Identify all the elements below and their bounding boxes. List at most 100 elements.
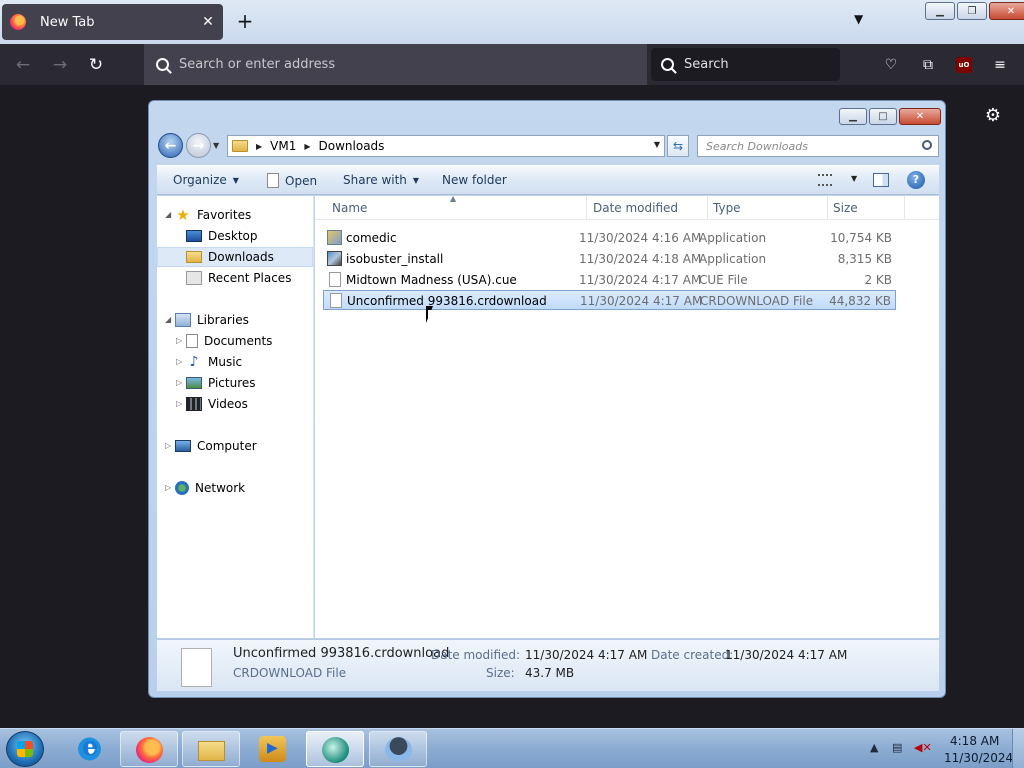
collapse-arrow-icon[interactable]: ◢ bbox=[165, 315, 171, 324]
downloads-folder-icon bbox=[186, 251, 202, 263]
organize-button[interactable]: Organize ▼ bbox=[173, 173, 239, 187]
taskbar-internet-explorer[interactable] bbox=[61, 731, 119, 767]
nav-documents[interactable]: Documents bbox=[186, 331, 272, 351]
gear-icon[interactable]: ⚙ bbox=[982, 105, 1004, 127]
start-button[interactable] bbox=[6, 731, 44, 767]
search-downloads-input[interactable]: Search Downloads bbox=[697, 135, 939, 157]
chevron-right-icon[interactable]: ▶ bbox=[256, 142, 262, 151]
file-name: Unconfirmed 993816.crdownload bbox=[347, 294, 547, 308]
details-pane: Unconfirmed 993816.crdownload CRDOWNLOAD… bbox=[157, 639, 939, 691]
nav-downloads[interactable]: Downloads bbox=[157, 247, 313, 267]
clock-date[interactable]: 11/30/2024 bbox=[944, 751, 1013, 765]
expand-arrow-icon[interactable]: ▷ bbox=[165, 441, 171, 450]
file-row[interactable]: Midtown Madness (USA).cue 11/30/2024 4:1… bbox=[323, 270, 896, 290]
back-arrow-icon[interactable]: ← bbox=[12, 54, 34, 76]
nav-label: Network bbox=[195, 481, 246, 495]
expand-arrow-icon[interactable]: ▷ bbox=[176, 357, 182, 366]
taskbar-firefox[interactable] bbox=[120, 731, 178, 767]
new-tab-button[interactable]: + bbox=[234, 10, 256, 34]
open-label: Open bbox=[285, 173, 318, 188]
taskbar-explorer[interactable] bbox=[182, 731, 240, 767]
file-date: 11/30/2024 4:18 AM bbox=[579, 252, 702, 266]
show-desktop-button[interactable] bbox=[1012, 729, 1024, 768]
tab-close-icon[interactable]: ✕ bbox=[201, 14, 215, 30]
minimize-button[interactable]: ▁ bbox=[839, 108, 867, 125]
column-date-modified[interactable]: Date modified bbox=[588, 196, 708, 220]
nav-favorites[interactable]: ★ Favorites bbox=[175, 205, 251, 225]
taskbar-spy-app[interactable] bbox=[369, 731, 427, 767]
date-created-value: 11/30/2024 4:17 AM bbox=[725, 648, 848, 662]
chevron-down-icon[interactable]: ▼ bbox=[654, 140, 660, 149]
firefox-titlebar: New Tab ✕ + ▼ ▁ ❐ ✕ bbox=[0, 0, 1024, 44]
chevron-right-icon[interactable]: ▶ bbox=[304, 142, 310, 151]
breadcrumb-downloads[interactable]: Downloads bbox=[319, 139, 385, 153]
collapse-arrow-icon[interactable]: ◢ bbox=[165, 210, 171, 219]
column-type[interactable]: Type bbox=[708, 196, 828, 220]
recent-pages-icon[interactable]: ▼ bbox=[213, 141, 219, 150]
help-icon[interactable]: ? bbox=[907, 171, 925, 189]
file-row[interactable]: isobuster_install 11/30/2024 4:18 AM App… bbox=[323, 249, 896, 269]
ublock-origin-icon[interactable]: uO bbox=[956, 57, 972, 73]
address-bar[interactable]: ▶ VM1 ▶ Downloads ▼ bbox=[227, 135, 665, 157]
url-bar[interactable]: Search or enter address bbox=[144, 44, 647, 85]
new-folder-button[interactable]: New folder bbox=[442, 173, 507, 187]
reload-icon[interactable]: ↻ bbox=[85, 54, 107, 76]
clock-time[interactable]: 4:18 AM bbox=[950, 734, 999, 748]
browser-tab-new-tab[interactable]: New Tab ✕ bbox=[2, 4, 223, 40]
expand-arrow-icon[interactable]: ▷ bbox=[176, 378, 182, 387]
column-name[interactable]: Name bbox=[327, 196, 587, 220]
refresh-button[interactable]: ⇆ bbox=[667, 135, 689, 157]
open-button[interactable]: Open bbox=[267, 173, 317, 188]
expand-arrow-icon[interactable]: ▷ bbox=[176, 336, 182, 345]
show-hidden-icons-icon[interactable]: ▲ bbox=[870, 741, 878, 754]
hamburger-menu-icon[interactable]: ≡ bbox=[989, 54, 1011, 76]
breadcrumb-vm1[interactable]: VM1 bbox=[270, 139, 296, 153]
date-modified-label: Date modified: bbox=[431, 648, 521, 662]
mouse-cursor-fill bbox=[428, 310, 432, 320]
videos-icon bbox=[186, 397, 202, 411]
minimize-button[interactable]: ▁ bbox=[925, 2, 955, 20]
search-input[interactable]: Search bbox=[651, 48, 840, 81]
explorer-window: ▁ □ ✕ ← → ▼ ▶ VM1 ▶ Downloads ▼ ⇆ Search… bbox=[148, 100, 946, 698]
nav-videos[interactable]: Videos bbox=[186, 394, 248, 414]
forward-button[interactable]: → bbox=[186, 133, 211, 158]
close-button[interactable]: ✕ bbox=[989, 2, 1024, 20]
nav-computer[interactable]: Computer bbox=[175, 436, 257, 456]
taskbar-media-player[interactable] bbox=[244, 731, 302, 767]
forward-arrow-icon[interactable]: → bbox=[49, 54, 71, 76]
close-button[interactable]: ✕ bbox=[899, 108, 941, 125]
nav-recent-places[interactable]: Recent Places bbox=[186, 268, 291, 288]
file-row[interactable]: comedic 11/30/2024 4:16 AM Application 1… bbox=[323, 228, 896, 248]
nav-network[interactable]: Network bbox=[175, 478, 245, 498]
chevron-down-icon: ▼ bbox=[232, 175, 239, 185]
taskbar-app[interactable] bbox=[306, 731, 364, 767]
column-size[interactable]: Size bbox=[828, 196, 905, 220]
expand-arrow-icon[interactable]: ▷ bbox=[165, 483, 171, 492]
file-icon bbox=[181, 648, 212, 687]
app-icon bbox=[327, 230, 342, 245]
nav-music[interactable]: ♪ Music bbox=[186, 352, 243, 372]
file-date: 11/30/2024 4:16 AM bbox=[579, 231, 702, 245]
file-type: Application bbox=[699, 252, 767, 266]
media-player-icon bbox=[259, 736, 286, 762]
desktop-icon bbox=[186, 230, 202, 242]
file-icon bbox=[330, 293, 342, 308]
change-view-icon[interactable] bbox=[818, 174, 832, 186]
expand-arrow-icon[interactable]: ▷ bbox=[176, 399, 182, 408]
restore-button[interactable]: ❐ bbox=[957, 2, 987, 20]
nav-libraries[interactable]: Libraries bbox=[175, 310, 249, 330]
recent-places-icon bbox=[186, 271, 202, 285]
maximize-button[interactable]: □ bbox=[869, 108, 897, 125]
list-all-tabs-icon[interactable]: ▼ bbox=[854, 12, 863, 26]
pocket-icon[interactable]: ♡ bbox=[880, 54, 902, 76]
network-icon[interactable]: ▤ bbox=[892, 741, 902, 754]
back-button[interactable]: ← bbox=[158, 133, 183, 158]
share-with-button[interactable]: Share with ▼ bbox=[343, 173, 419, 187]
preview-pane-icon[interactable] bbox=[873, 173, 889, 187]
volume-muted-icon[interactable]: ◀✕ bbox=[914, 741, 932, 754]
nav-pictures[interactable]: Pictures bbox=[186, 373, 256, 393]
extensions-icon[interactable]: ⧉ bbox=[917, 54, 939, 76]
nav-desktop[interactable]: Desktop bbox=[186, 226, 258, 246]
file-row-selected[interactable]: Unconfirmed 993816.crdownload 11/30/2024… bbox=[323, 290, 896, 310]
chevron-down-icon[interactable]: ▼ bbox=[851, 174, 857, 183]
